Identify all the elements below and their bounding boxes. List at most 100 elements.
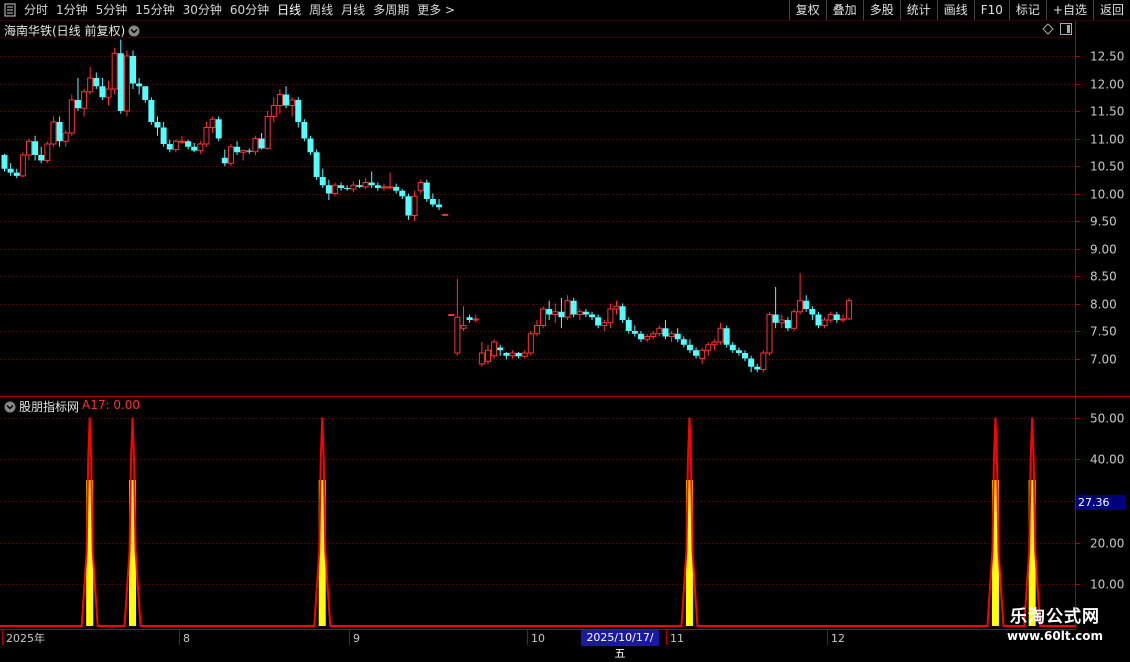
toolbar-button-8[interactable]: 返回: [1092, 0, 1130, 20]
kline-chart[interactable]: 12.50 12.00 11.50 11.00 10.50 10.00 9.50 9.00 8.…: [0, 0, 1130, 650]
price-tick-label: 11.00: [1090, 133, 1124, 147]
candle-body-up: [533, 325, 540, 335]
period-tab-1[interactable]: 1分钟: [52, 0, 92, 20]
period-tab-2[interactable]: 5分钟: [92, 0, 132, 20]
signal-bar: [1028, 480, 1036, 626]
candle-body-down: [38, 155, 45, 161]
candle-body-down: [185, 141, 192, 147]
price-tick-label: 9.00: [1090, 243, 1117, 257]
signal-bar: [318, 480, 326, 626]
period-tab-10[interactable]: 更多 >: [413, 0, 459, 20]
candle-body-up: [472, 318, 479, 321]
candle-body-up: [478, 352, 485, 365]
candle-body-up: [607, 308, 614, 324]
candle-body-up: [790, 311, 797, 329]
candle-body-up: [821, 319, 828, 326]
candle-body-up: [417, 182, 424, 192]
candle-body-down: [405, 196, 412, 216]
date-tick-label: 12: [831, 632, 845, 645]
candle-body-down: [436, 204, 443, 208]
candle-body-down: [674, 333, 681, 340]
candle-body-down: [399, 190, 406, 197]
toolbar-button-3[interactable]: 统计: [899, 0, 937, 20]
candle-body-up: [521, 352, 528, 357]
candle-body-up: [105, 88, 112, 98]
period-tab-5[interactable]: 60分钟: [226, 0, 273, 20]
candle-body-up: [491, 341, 498, 357]
candle-body-down: [32, 141, 39, 155]
period-tab-6[interactable]: 日线: [273, 0, 305, 20]
candle-body-up: [387, 186, 394, 189]
candle-body-up: [699, 349, 706, 359]
candle-body-up: [650, 333, 657, 337]
candle-body-up: [705, 344, 712, 351]
toolbar-button-0[interactable]: 复权: [788, 0, 826, 20]
period-tab-7[interactable]: 周线: [305, 0, 337, 20]
indicator-tick-label: 10.00: [1090, 578, 1124, 592]
toolbar-button-4[interactable]: 画线: [936, 0, 974, 20]
toolbar-button-1[interactable]: 叠加: [825, 0, 863, 20]
candle-body-down: [515, 353, 522, 357]
toolbar-button-5[interactable]: F10: [973, 0, 1009, 20]
price-tick-label: 9.50: [1090, 215, 1117, 229]
candle-body-up: [44, 143, 51, 161]
menu-icon[interactable]: [4, 3, 16, 17]
candle-body-down: [313, 152, 320, 177]
candle-body-up: [81, 91, 88, 109]
candle-body-down: [558, 311, 565, 318]
candle-body-up: [362, 182, 369, 188]
candle-body-down: [166, 144, 173, 150]
toolbar-button-6[interactable]: 标记: [1008, 0, 1046, 20]
candle-body-down: [429, 199, 436, 205]
candle-body-down: [803, 300, 810, 309]
date-tick-label: 8: [183, 632, 190, 645]
candle-body-down: [258, 138, 265, 149]
price-tick-label: 12.00: [1090, 78, 1124, 92]
candle-body-up: [331, 184, 338, 194]
candle-body-up: [19, 154, 26, 177]
candle-body-up: [50, 121, 57, 145]
candle-body-down: [619, 306, 626, 320]
candle-body-down: [589, 314, 596, 318]
toolbar-button-2[interactable]: 多股: [862, 0, 900, 20]
price-tick-label: 7.50: [1090, 325, 1117, 339]
period-tab-8[interactable]: 月线: [337, 0, 369, 20]
candle-body-down: [625, 320, 632, 331]
candle-body-up: [448, 314, 455, 316]
panel-toggle-icon[interactable]: [1060, 23, 1072, 38]
candle-body-down: [99, 86, 106, 98]
indicator-tick-label: 20.00: [1090, 537, 1124, 551]
candle-body-up: [540, 308, 547, 326]
current-value-badge: 27.36: [1076, 495, 1126, 510]
watermark-title: 乐淘公式网: [1010, 607, 1100, 627]
candle-body-up: [644, 336, 651, 340]
period-tab-4[interactable]: 30分钟: [179, 0, 226, 20]
price-tick-label: 12.50: [1090, 50, 1124, 64]
candle-body-up: [576, 311, 583, 315]
period-tab-9[interactable]: 多周期: [369, 0, 413, 20]
candle-body-down: [748, 358, 755, 367]
date-tick-label: 9: [353, 632, 360, 645]
candle-body-up: [656, 327, 663, 335]
candle-body-down: [815, 314, 822, 326]
candle-body-down: [13, 172, 20, 176]
indicator-title[interactable]: 股朋指标网: [4, 398, 79, 415]
period-tab-3[interactable]: 15分钟: [131, 0, 178, 20]
candle-body-down: [93, 78, 100, 87]
stock-title[interactable]: 海南华铁(日线 前复权): [4, 22, 140, 39]
chevron-down-circle-icon[interactable]: [4, 401, 16, 413]
candle-body-up: [460, 325, 467, 329]
diamond-icon[interactable]: [1042, 23, 1054, 38]
candle-body-down: [307, 138, 314, 153]
candle-body-down: [374, 185, 381, 188]
period-tab-0[interactable]: 分时: [20, 0, 52, 20]
candle-body-down: [772, 314, 779, 323]
chevron-down-circle-icon[interactable]: [128, 25, 140, 37]
candle-body-down: [729, 344, 736, 351]
candle-body-down: [693, 350, 700, 356]
indicator-line: [0, 417, 1075, 627]
price-tick-label: 11.50: [1090, 105, 1124, 119]
toolbar-button-7[interactable]: +自选: [1045, 0, 1093, 20]
candle-body-up: [289, 99, 296, 106]
candle-body-up: [760, 352, 767, 370]
